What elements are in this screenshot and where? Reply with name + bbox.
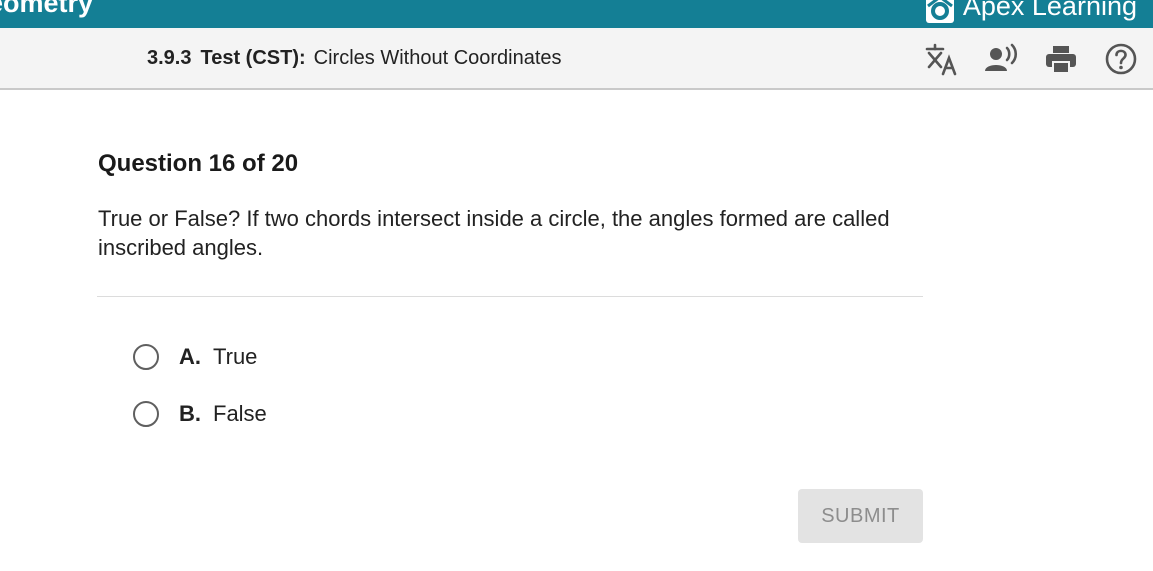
- brand: Apex Learning: [925, 0, 1137, 24]
- radio-button[interactable]: [133, 344, 159, 370]
- help-icon: [1105, 43, 1137, 75]
- test-header-bar: 3.9.3 Test (CST): Circles Without Coordina…: [0, 28, 1153, 90]
- print-button[interactable]: [1042, 40, 1080, 78]
- question-text: True or False? If two chords intersect i…: [98, 206, 890, 260]
- divider: [97, 296, 923, 297]
- question-heading: Question 16 of 20: [98, 150, 299, 177]
- choice-letter: B.: [179, 401, 201, 426]
- app-header: eometry Apex Learning: [0, 0, 1153, 28]
- apex-logo-icon: [925, 0, 954, 23]
- choice-text: False: [213, 401, 267, 426]
- print-icon: [1046, 46, 1076, 74]
- radio-button[interactable]: [133, 401, 159, 427]
- test-title: 3.9.3 Test (CST): Circles Without Coordina…: [147, 47, 562, 70]
- choice-b[interactable]: B. False: [133, 398, 267, 430]
- choice-text: True: [213, 344, 258, 369]
- submit-button[interactable]: SUBMIT: [798, 489, 923, 543]
- toolbar: [922, 40, 1142, 76]
- choice-letter: A.: [179, 344, 201, 369]
- brand-name: Apex Learning: [962, 0, 1137, 21]
- text-to-speech-button[interactable]: [982, 40, 1020, 78]
- translate-button[interactable]: [922, 40, 960, 78]
- choice-a[interactable]: A. True: [133, 341, 257, 373]
- test-type: Test (CST):: [200, 47, 306, 69]
- section-number: 3.9.3: [147, 47, 192, 69]
- text-to-speech-icon: [985, 43, 1018, 71]
- course-title: eometry: [0, 0, 94, 18]
- help-button[interactable]: [1102, 40, 1140, 78]
- test-name: Circles Without Coordinates: [313, 47, 562, 69]
- translate-icon: [925, 43, 957, 76]
